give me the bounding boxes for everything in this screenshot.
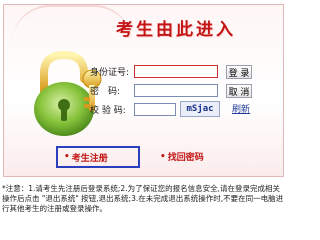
decorative-swirl: [12, 5, 132, 43]
login-button[interactable]: 登 录: [226, 65, 252, 79]
captcha-input[interactable]: [134, 102, 176, 116]
captcha-row: 校 验 码: mSjac: [90, 101, 220, 117]
id-number-input[interactable]: [134, 64, 218, 78]
password-label: 密 码:: [90, 86, 121, 97]
register-label: 考生注册: [71, 153, 108, 164]
captcha-label: 校 验 码:: [90, 105, 126, 116]
find-password-link[interactable]: • 找回密码: [160, 150, 204, 164]
find-password-bullet-icon: •: [160, 151, 166, 162]
password-input[interactable]: [134, 83, 218, 97]
id-row: 身份证号:: [90, 63, 218, 79]
password-row: 密 码:: [90, 82, 218, 98]
login-panel: 考生由此进入 身份证号: 登 录 密 码: 取 消 校 验 码: mSjac 刷…: [3, 4, 284, 177]
register-bullet-icon: •: [64, 152, 70, 162]
captcha-image[interactable]: mSjac: [180, 101, 220, 117]
register-link[interactable]: • 考生注册: [56, 146, 140, 168]
id-label: 身份证号:: [90, 67, 130, 78]
find-password-label: 找回密码: [167, 153, 204, 163]
cancel-button[interactable]: 取 消: [226, 84, 252, 98]
page-title: 考生由此进入: [116, 20, 236, 40]
refresh-captcha-link[interactable]: 刷新: [232, 102, 250, 115]
notice-text: *注意：1.请考生先注册后登录系统;2.为了保证您的报名信息安全,请在登录完成相…: [2, 184, 284, 213]
